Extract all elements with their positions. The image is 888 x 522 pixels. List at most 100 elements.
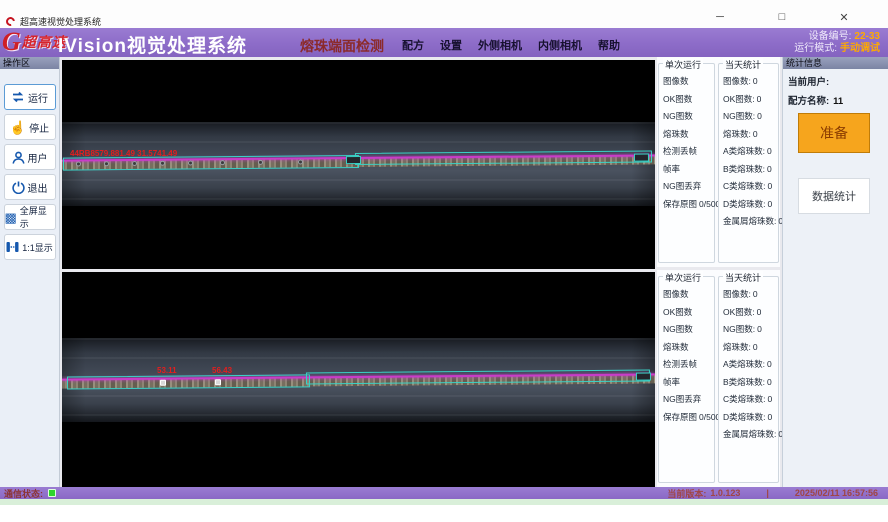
one-to-one-button-label: 1:1显示 (22, 241, 53, 254)
stop-button-label: 停止 (29, 120, 49, 135)
stat-row: OK图数 (663, 91, 714, 109)
version-label: 当前版本: (667, 487, 706, 500)
datetime-value: 2025/02/11 16:57:56 (795, 488, 878, 498)
run-button[interactable]: 运行 (4, 84, 56, 110)
stat-row: D类熔珠数:0 (723, 196, 778, 214)
status-separator: | (766, 488, 769, 498)
app-title: IVision视觉处理系统 (58, 31, 247, 58)
stat-row: 检测丢帧 (663, 143, 714, 161)
stat-row: 帧率 (663, 374, 714, 392)
device-id-label: 设备编号: (809, 31, 852, 42)
menu-item-inner-camera[interactable]: 内侧相机 (538, 37, 582, 53)
stat-row: 熔珠数:0 (723, 126, 778, 144)
status-bar: 通信状态: 当前版本: 1.0.123 | 2025/02/11 16:57:5… (0, 487, 888, 499)
stat-row: 熔珠数 (663, 339, 714, 357)
segment-marker (346, 156, 361, 164)
comm-status-green-indicator (48, 489, 56, 497)
stat-row: NG图数 (663, 108, 714, 126)
bottom-green-strip (0, 499, 888, 505)
stat-row: 图像数 (663, 286, 714, 304)
user-icon (12, 151, 25, 164)
strip-feature (76, 161, 81, 166)
strip-feature (220, 160, 225, 165)
stat-row: OK图数:0 (723, 91, 778, 109)
defect-marker (215, 379, 221, 385)
stat-row: B类熔珠数:0 (723, 374, 778, 392)
user-button[interactable]: 用户 (4, 144, 56, 170)
measurement-annotation: 53.11 (157, 366, 177, 375)
stat-row: 图像数:0 (723, 286, 778, 304)
data-statistics-button[interactable]: 数据统计 (798, 178, 870, 214)
menu-item-help[interactable]: 帮助 (598, 37, 620, 53)
defect-marker (160, 380, 166, 386)
stat-row: NG图丢弃 (663, 391, 714, 409)
window-titlebar: 超高速视觉处理系统 ─ □ ✕ (0, 0, 888, 28)
strip-feature (298, 159, 303, 164)
group-title: 当天统计 (723, 271, 763, 284)
fullscreen-button[interactable]: ▩ 全屏显示 (4, 204, 56, 230)
stat-row: NG图数:0 (723, 321, 778, 339)
today-stats-group: 当天统计 图像数:0 OK图数:0 NG图数:0 熔珠数:0 A类熔珠数:0 B… (718, 276, 779, 483)
single-run-group: 单次运行 图像数 OK图数 NG图数 熔珠数 检测丢帧 帧率 NG图丢弃 保存原… (658, 276, 715, 483)
camera-view-top: 44RB8579.881.49 31.5741.49 (62, 60, 655, 269)
logo-swoosh-icon: G (2, 29, 21, 55)
strip-feature (188, 160, 193, 165)
stat-row: 金属屑熔珠数:0 (723, 426, 778, 444)
stat-row: 熔珠数 (663, 126, 714, 144)
stat-row: OK图数:0 (723, 304, 778, 322)
stat-row: C类熔珠数:0 (723, 391, 778, 409)
stop-button[interactable]: ☝ 停止 (4, 114, 56, 140)
fullscreen-button-label: 全屏显示 (20, 204, 55, 230)
device-id-value: 22-33 (854, 31, 880, 42)
segment-marker (634, 153, 649, 161)
segment-marker (636, 372, 651, 380)
run-button-label: 运行 (28, 90, 48, 105)
today-stats-group: 当天统计 图像数:0 OK图数:0 NG图数:0 熔珠数:0 A类熔珠数:0 B… (718, 63, 779, 263)
app-header: G 超高速 IVision视觉处理系统 熔珠端面检测 配方 设置 外侧相机 内侧… (0, 28, 888, 57)
stat-row: 保存原图0/500 (663, 409, 714, 427)
minimize-button[interactable]: ─ (712, 11, 728, 24)
stat-row: D类熔珠数:0 (723, 409, 778, 427)
group-title: 单次运行 (663, 58, 703, 71)
strip-feature (258, 160, 263, 165)
run-mode-label: 运行模式: (794, 43, 837, 54)
stat-row: OK图数 (663, 304, 714, 322)
stat-row: NG图数 (663, 321, 714, 339)
menu-item-recipe[interactable]: 配方 (402, 37, 424, 53)
stat-row: A类熔珠数:0 (723, 143, 778, 161)
stat-row: 帧率 (663, 161, 714, 179)
measurement-annotation: 56.43 (212, 366, 232, 375)
app-subtitle: 熔珠端面检测 (300, 36, 384, 56)
stat-row: A类熔珠数:0 (723, 356, 778, 374)
strip-feature (132, 161, 137, 166)
recipe-name-label: 配方名称: (788, 96, 829, 107)
one-to-one-button[interactable]: 1:1显示 (4, 234, 56, 260)
window-title: 超高速视觉处理系统 (20, 15, 101, 28)
exit-button[interactable]: 退出 (4, 174, 56, 200)
version-value: 1.0.123 (710, 488, 740, 498)
stat-row: 保存原图0/500 (663, 196, 714, 214)
stat-row: NG图丢弃 (663, 178, 714, 196)
stat-row: 图像数:0 (723, 73, 778, 91)
menu-item-outer-camera[interactable]: 外侧相机 (478, 37, 522, 53)
menu-item-settings[interactable]: 设置 (440, 37, 462, 53)
fullscreen-grid-icon: ▩ (5, 211, 17, 224)
exit-button-label: 退出 (28, 180, 48, 195)
sidebar-title: 操作区 (0, 57, 59, 69)
close-button[interactable]: ✕ (836, 11, 852, 24)
stats-panel-bottom: 单次运行 图像数 OK图数 NG图数 熔珠数 检测丢帧 帧率 NG图丢弃 保存原… (657, 270, 780, 487)
prepare-button[interactable]: 准备 (798, 113, 870, 153)
detection-roi-box (67, 374, 310, 389)
stat-row: 图像数 (663, 73, 714, 91)
stat-row: 检测丢帧 (663, 356, 714, 374)
main-menu: 配方 设置 外侧相机 内侧相机 帮助 (402, 37, 620, 53)
run-cycle-icon (11, 91, 25, 103)
exit-button-label: 用户 (28, 150, 48, 165)
maximize-button[interactable]: □ (774, 11, 790, 24)
stat-row: 金属屑熔珠数:0 (723, 213, 778, 231)
device-info: 设备编号:22-33 运行模式:手动调试 (794, 31, 880, 55)
current-user-label: 当前用户: (788, 77, 829, 88)
stat-row: 熔珠数:0 (723, 339, 778, 357)
stat-row: B类熔珠数:0 (723, 161, 778, 179)
recipe-name-value: 11 (833, 96, 843, 107)
